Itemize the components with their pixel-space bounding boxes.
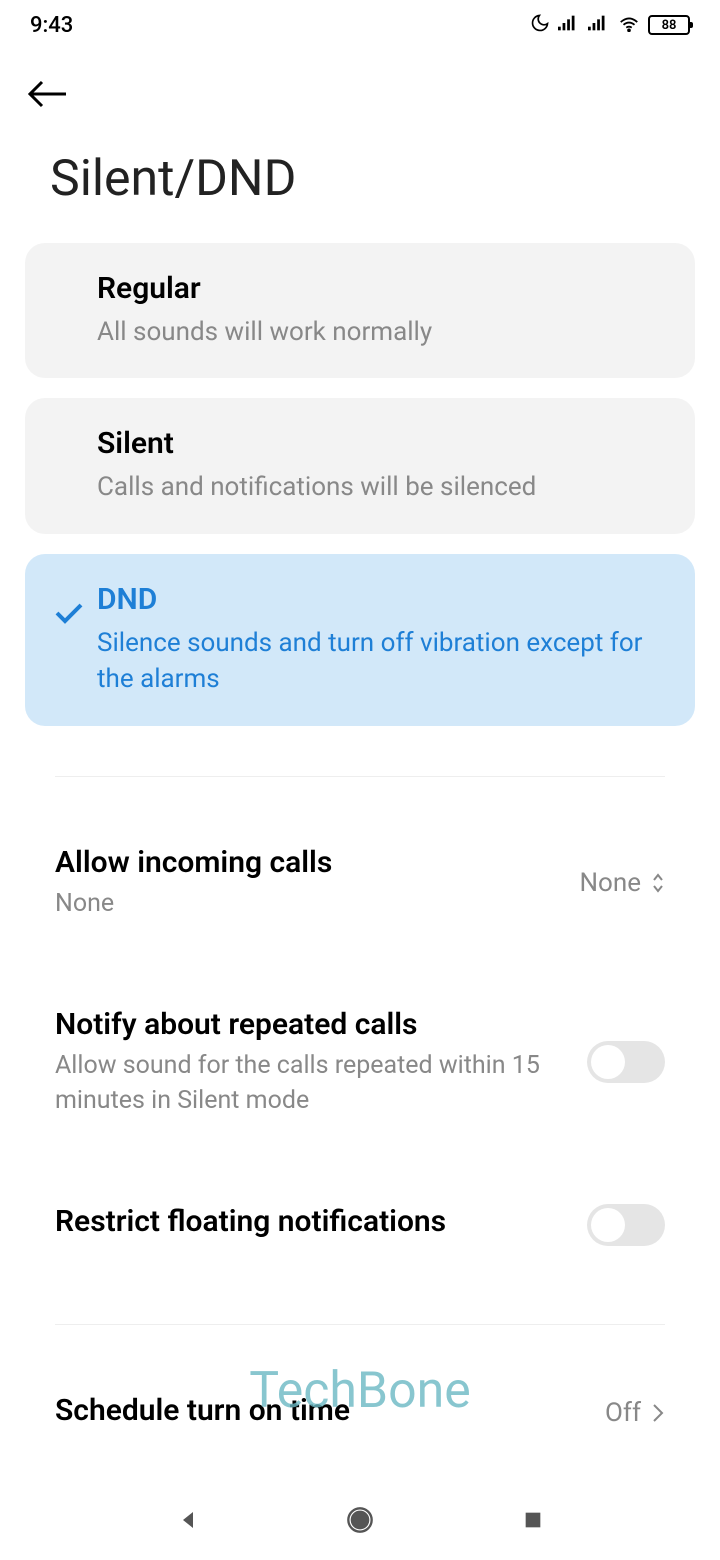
setting-content: Notify about repeated calls Allow sound … (55, 1007, 587, 1118)
battery-icon: 88 (648, 15, 690, 35)
toggle-repeated-calls[interactable] (587, 1041, 665, 1083)
mode-silent[interactable]: Silent Calls and notifications will be s… (25, 398, 695, 533)
setting-desc: Allow sound for the calls repeated withi… (55, 1048, 567, 1118)
mode-title: DND (65, 582, 655, 617)
mode-dnd[interactable]: DND Silence sounds and turn off vibratio… (25, 554, 695, 726)
setting-title: Notify about repeated calls (55, 1007, 567, 1042)
signal-icon (558, 15, 580, 35)
toggle-restrict-float[interactable] (587, 1204, 665, 1246)
nav-recent[interactable] (518, 1505, 548, 1535)
mode-options: Regular All sounds will work normally Si… (0, 243, 720, 726)
mode-title: Regular (65, 271, 655, 306)
toggle-knob (591, 1208, 625, 1242)
setting-content: Allow incoming calls None (55, 845, 579, 921)
setting-value: None (579, 868, 665, 898)
moon-icon (530, 13, 550, 37)
back-arrow-icon (28, 80, 68, 108)
setting-title: Restrict floating notifications (55, 1204, 567, 1239)
chevron-right-icon (651, 1402, 665, 1424)
check-icon (55, 602, 83, 624)
wifi-icon (618, 14, 640, 36)
divider (55, 776, 665, 777)
mode-desc: All sounds will work normally (65, 314, 655, 350)
nav-bar (0, 1480, 720, 1560)
setting-desc: None (55, 886, 559, 921)
setting-title: Allow incoming calls (55, 845, 559, 880)
watermark: TechBone (249, 1362, 470, 1420)
setting-repeated-calls[interactable]: Notify about repeated calls Allow sound … (55, 979, 665, 1146)
page-title: Silent/DND (0, 122, 720, 243)
back-button[interactable] (0, 50, 720, 122)
nav-back[interactable] (172, 1505, 202, 1535)
mode-desc: Silence sounds and turn off vibration ex… (65, 625, 655, 698)
select-arrows-icon (651, 872, 665, 894)
nav-home[interactable] (345, 1505, 375, 1535)
settings-list: Allow incoming calls None None Notify ab… (0, 817, 720, 1274)
setting-restrict-float[interactable]: Restrict floating notifications (55, 1176, 665, 1274)
setting-content: Restrict floating notifications (55, 1204, 587, 1245)
signal-icon (588, 15, 610, 35)
status-icons: 88 (530, 13, 690, 37)
mode-desc: Calls and notifications will be silenced (65, 469, 655, 505)
status-time: 9:43 (30, 13, 73, 38)
setting-value: Off (605, 1398, 665, 1428)
status-bar: 9:43 (0, 0, 720, 50)
toggle-knob (591, 1045, 625, 1079)
mode-regular[interactable]: Regular All sounds will work normally (25, 243, 695, 378)
divider (55, 1324, 665, 1325)
setting-allow-calls[interactable]: Allow incoming calls None None (55, 817, 665, 949)
mode-title: Silent (65, 426, 655, 461)
